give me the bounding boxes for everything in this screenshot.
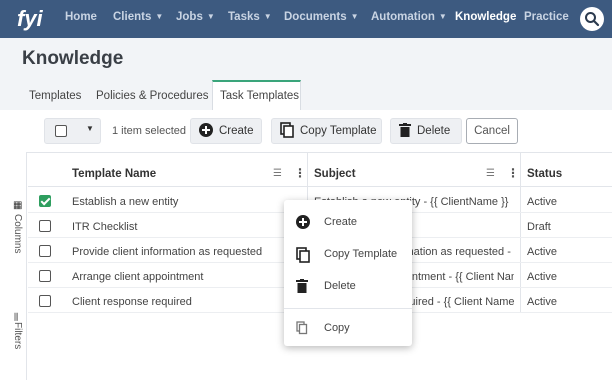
fyi-logo[interactable]: fyi: [16, 4, 50, 34]
copy-small-icon: [296, 321, 310, 335]
row-checkbox[interactable]: [39, 220, 51, 232]
template-name: Arrange client appointment: [72, 271, 204, 283]
row-checkbox[interactable]: [39, 295, 51, 307]
template-status: Active: [527, 196, 557, 208]
delete-button[interactable]: Delete: [390, 118, 462, 144]
filter-icon[interactable]: ☰: [273, 168, 282, 179]
context-menu: Create Copy Template Delete Copy: [284, 200, 412, 346]
tab-policies-procedures[interactable]: Policies & Procedures: [96, 90, 209, 102]
chevron-down-icon: ▼: [155, 12, 164, 21]
nav-home[interactable]: Home: [65, 11, 97, 23]
copy-template-button[interactable]: Copy Template: [271, 118, 382, 144]
chevron-down-icon: ▼: [263, 12, 272, 21]
col-header-status[interactable]: Status: [527, 168, 562, 180]
tab-templates[interactable]: Templates: [29, 90, 81, 102]
nav-tasks[interactable]: Tasks ▼: [228, 11, 272, 23]
context-menu-create[interactable]: Create: [284, 210, 412, 236]
chevron-down-icon: ▼: [206, 12, 215, 21]
columns-toggle[interactable]: Columns: [12, 214, 23, 253]
select-all-checkbox[interactable]: [55, 125, 67, 137]
template-name: Provide client information as requested: [72, 246, 263, 258]
columns-icon[interactable]: ▦: [13, 200, 22, 211]
template-status: Active: [527, 296, 557, 308]
row-checkbox[interactable]: [39, 270, 51, 282]
svg-text:fyi: fyi: [17, 6, 44, 31]
template-status: Active: [527, 271, 557, 283]
filter-icon[interactable]: ☰: [486, 168, 495, 179]
search-icon[interactable]: [580, 7, 604, 31]
column-menu-icon[interactable]: ⋮: [294, 166, 306, 180]
nav-clients[interactable]: Clients ▼: [113, 11, 163, 23]
nav-automation[interactable]: Automation ▼: [371, 11, 447, 23]
template-status: Active: [527, 246, 557, 258]
template-name: Establish a new entity: [72, 196, 179, 208]
context-menu-delete[interactable]: Delete: [284, 274, 412, 300]
template-name: ITR Checklist: [72, 221, 138, 233]
template-status: Draft: [527, 221, 551, 233]
row-checkbox[interactable]: [39, 245, 51, 257]
chevron-down-icon: ▼: [350, 12, 359, 21]
top-nav: fyi Home Clients ▼ Jobs ▼ Tasks ▼ Documents…: [0, 0, 612, 38]
context-menu-copy-template[interactable]: Copy Template: [284, 242, 412, 268]
selection-count: 1 item selected: [112, 125, 186, 137]
column-menu-icon[interactable]: ⋮: [507, 166, 519, 180]
menu-divider: [284, 308, 412, 309]
page-title: Knowledge: [22, 48, 124, 69]
grid-side-panel: ▦ Columns ⫼ Filters: [10, 152, 27, 380]
row-checkbox[interactable]: [39, 195, 51, 207]
cancel-button[interactable]: Cancel: [466, 118, 518, 144]
plus-circle-icon: [296, 215, 310, 229]
template-name: Client response required: [72, 296, 192, 308]
trash-icon: [296, 279, 310, 293]
filters-toggle[interactable]: Filters: [12, 322, 23, 349]
tab-task-templates[interactable]: Task Templates: [220, 90, 299, 102]
select-all-dropdown[interactable]: ▼: [44, 118, 101, 144]
nav-practice[interactable]: Practice: [524, 11, 569, 23]
nav-jobs[interactable]: Jobs ▼: [176, 11, 215, 23]
nav-documents[interactable]: Documents ▼: [284, 11, 359, 23]
nav-knowledge[interactable]: Knowledge: [455, 11, 516, 23]
col-header-template-name[interactable]: Template Name: [72, 168, 156, 180]
create-button[interactable]: Create: [190, 118, 262, 144]
chevron-down-icon[interactable]: ▼: [86, 124, 94, 133]
plus-circle-icon: [199, 122, 213, 140]
copy-icon: [296, 247, 310, 263]
trash-icon: [399, 122, 411, 140]
copy-icon: [280, 121, 294, 141]
col-header-subject[interactable]: Subject: [314, 168, 356, 180]
context-menu-copy[interactable]: Copy: [284, 316, 412, 342]
chevron-down-icon: ▼: [438, 12, 447, 21]
